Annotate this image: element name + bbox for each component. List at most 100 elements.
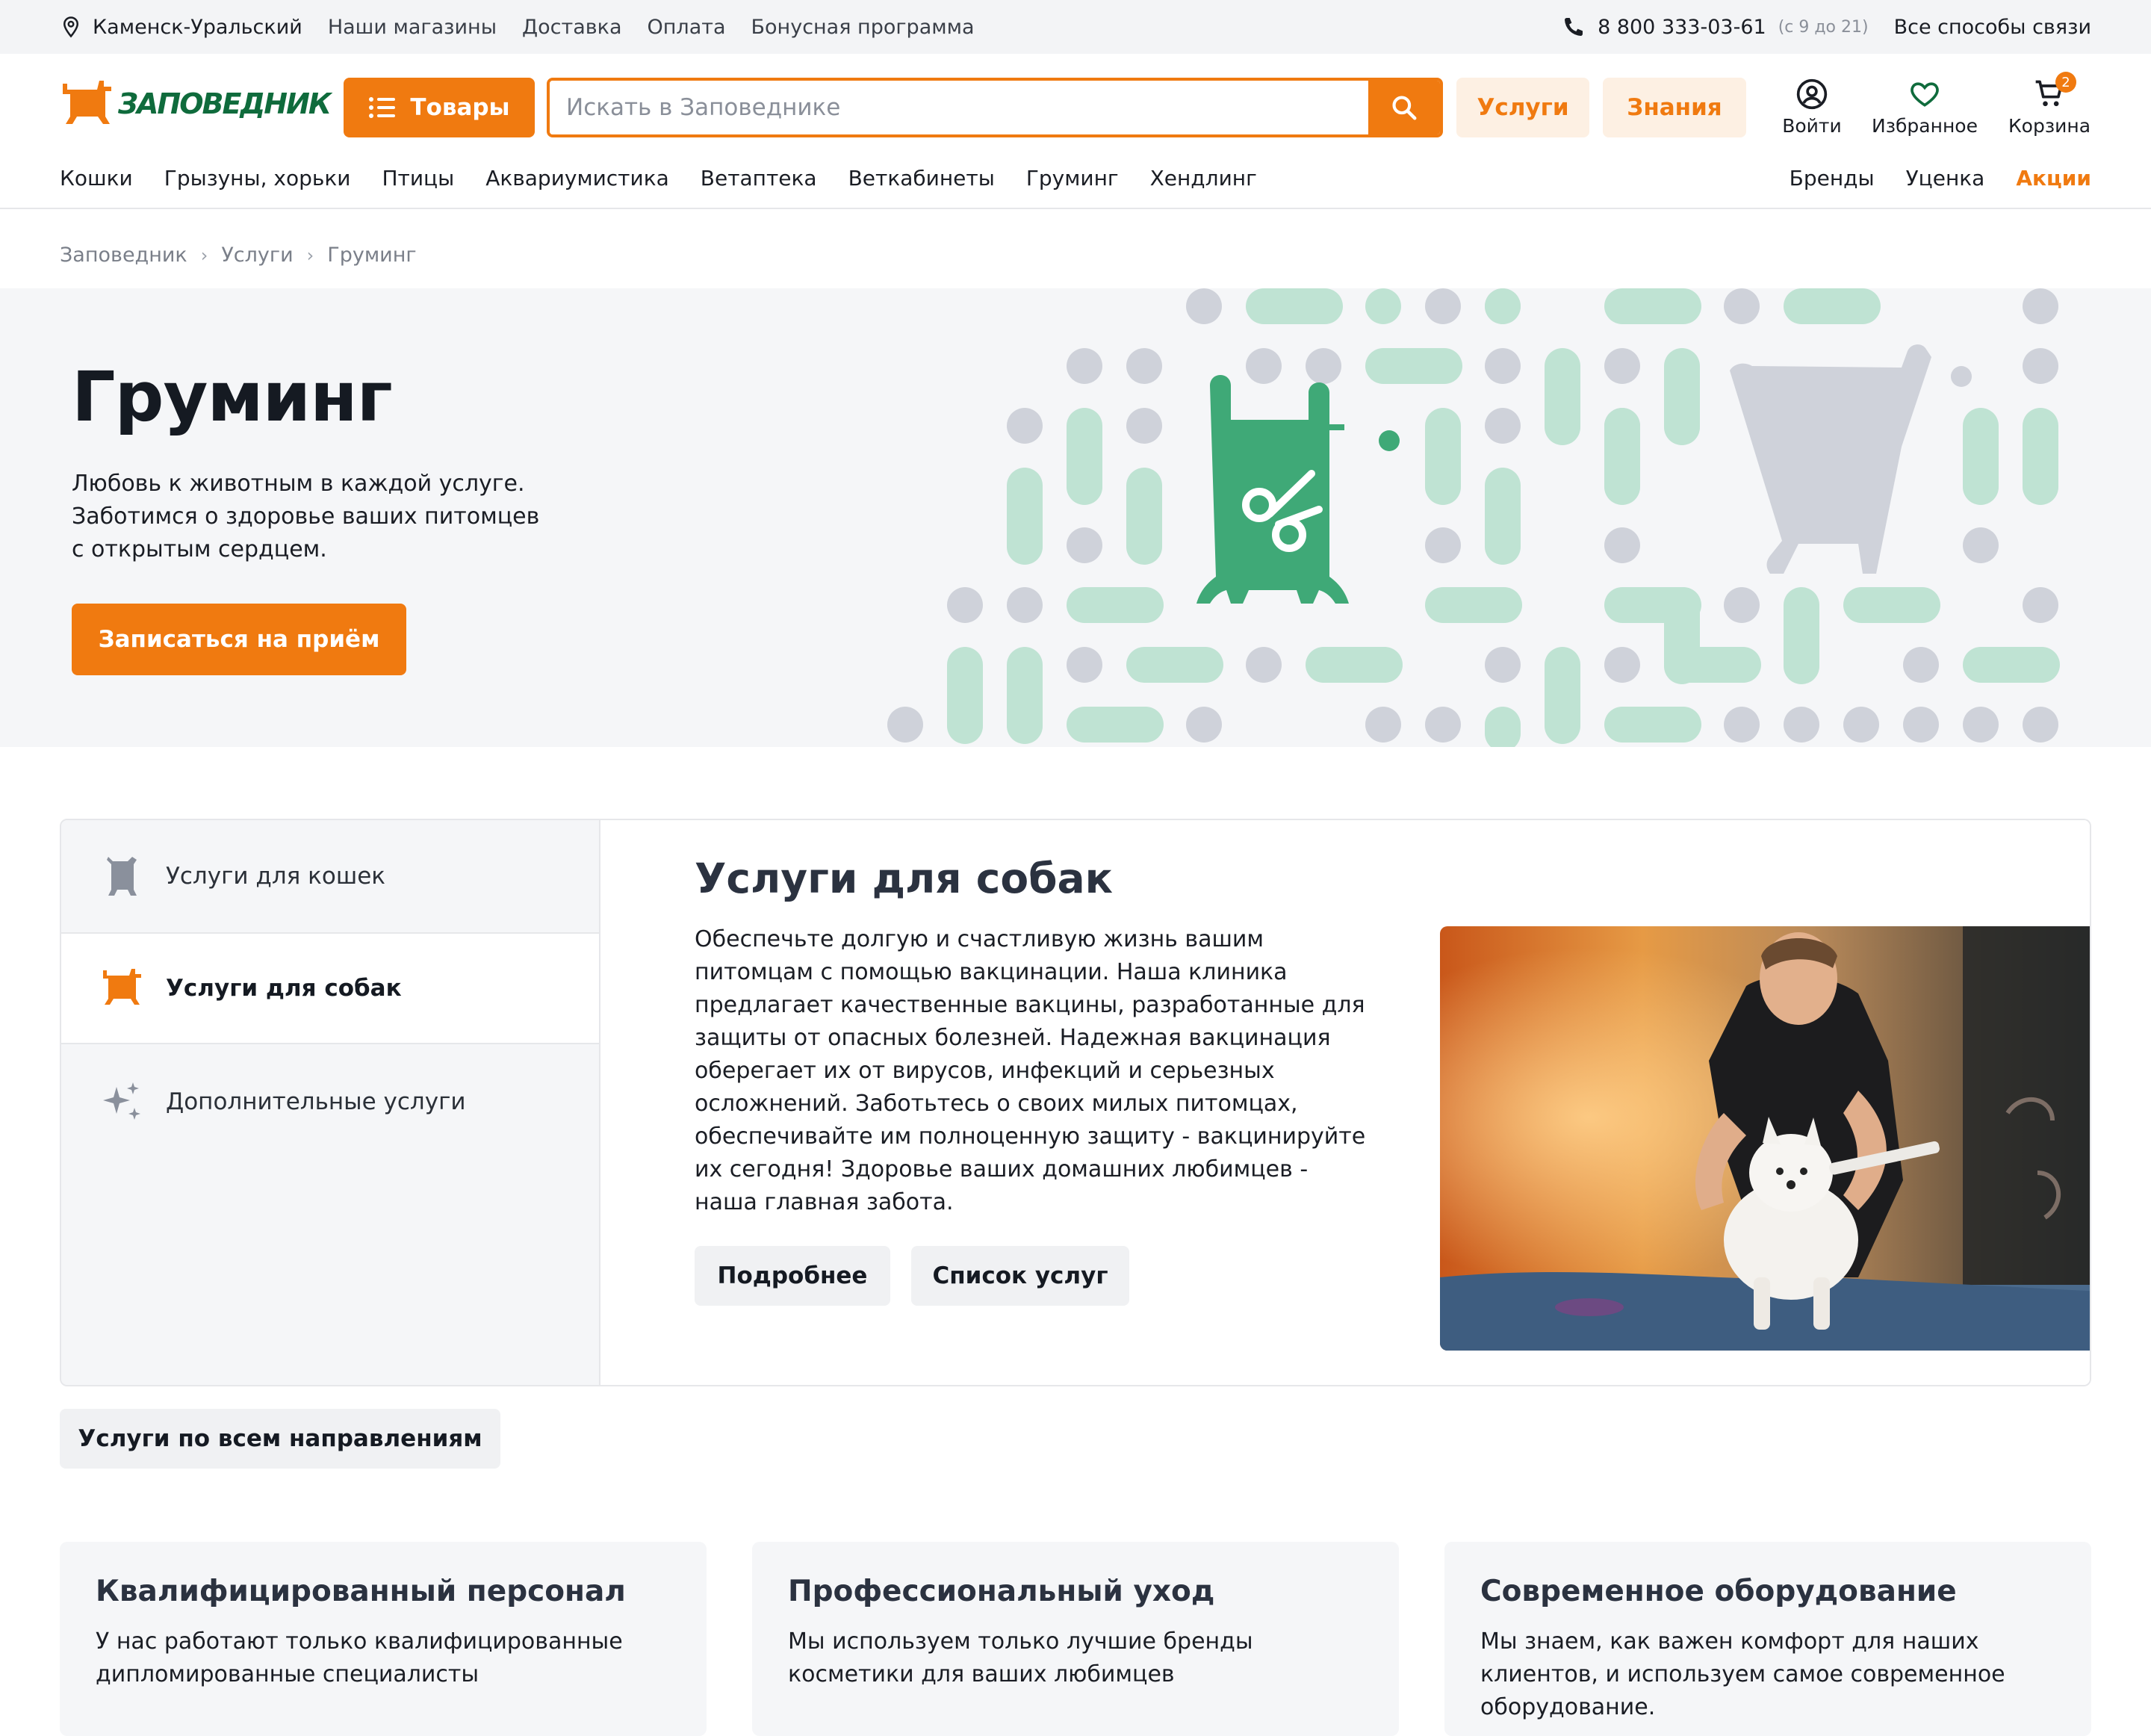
nav-item-birds[interactable]: Птицы <box>382 166 454 190</box>
nav-item-vet-offices[interactable]: Веткабинеты <box>848 166 995 190</box>
nav-item-promo[interactable]: Акции <box>2016 166 2091 190</box>
nav-item-aquarium[interactable]: Аквариумистика <box>485 166 669 190</box>
hero-subtitle-line: Любовь к животным в каждой услуге. <box>72 471 525 497</box>
description-line: обеспечивайте им полноценную защиту - ва… <box>695 1123 1366 1150</box>
breadcrumb-current: Груминг <box>327 244 417 267</box>
feature-text-line: оборудование. <box>1480 1694 1656 1720</box>
nav-item-rodents[interactable]: Грызуны, хорьки <box>164 166 351 190</box>
user-icon <box>1796 78 1828 110</box>
hero-banner: Груминг Любовь к животным в каждой услуг… <box>0 288 2151 747</box>
hero-subtitle: Любовь к животным в каждой услуге. Забот… <box>72 468 639 566</box>
services-sidebar: Услуги для кошек Услуги для собак Дополн… <box>61 820 600 1385</box>
sparkle-icon <box>103 1082 140 1120</box>
feature-text: Мы используем только лучшие бренды косме… <box>788 1625 1378 1691</box>
location-pin-icon <box>63 16 79 38</box>
cart-count-badge: 2 <box>2055 72 2076 93</box>
contacts-link[interactable]: Все способы связи <box>1894 16 2091 39</box>
page-title: Груминг <box>72 357 393 437</box>
header: ЗАПОВЕДНИК Товары Услуги Знания Войти Из… <box>0 54 2151 158</box>
nav-item-cats[interactable]: Кошки <box>60 166 133 190</box>
feature-text: Мы знаем, как важен комфорт для наших кл… <box>1480 1625 2070 1724</box>
login-button[interactable]: Войти <box>1781 76 1843 137</box>
sidebar-item-label: Услуги для собак <box>166 975 402 1002</box>
toplink-payment[interactable]: Оплата <box>648 16 726 39</box>
city-selector[interactable]: Каменск-Уральский <box>60 16 302 39</box>
feature-text: У нас работают только квалифицированные … <box>96 1625 686 1691</box>
logo-mark-icon <box>63 81 111 124</box>
menu-list-icon <box>369 97 396 118</box>
nav-item-vet-pharmacy[interactable]: Ветаптека <box>701 166 817 190</box>
services-content: Услуги для собак Обеспечьте долгую и сча… <box>602 820 2090 1385</box>
grooming-photo <box>1440 926 2090 1351</box>
hero-pattern-illustration <box>887 288 2060 747</box>
phone-number: 8 800 333-03-61 <box>1598 15 1766 39</box>
description-line: их сегодня! Здоровье ваших домашних люби… <box>695 1156 1309 1182</box>
favorites-label: Избранное <box>1872 115 1978 137</box>
phone-icon <box>1565 18 1583 36</box>
cart-button[interactable]: 2 Корзина <box>2006 72 2093 137</box>
logo-text: ЗАПОВЕДНИК <box>118 87 332 120</box>
toplink-stores[interactable]: Наши магазины <box>328 16 497 39</box>
hero-subtitle-line: Заботимся о здоровье ваших питомцев <box>72 503 540 530</box>
phone-link[interactable]: 8 800 333-03-61 <box>1562 15 1766 39</box>
feature-card: Современное оборудование Мы знаем, как в… <box>1444 1542 2091 1736</box>
description-line: наша главная забота. <box>695 1189 954 1215</box>
description-line: оберегает их от вирусов, инфекций и серь… <box>695 1058 1275 1084</box>
nav-item-brands[interactable]: Бренды <box>1790 166 1875 190</box>
nav-item-discount[interactable]: Уценка <box>1906 166 1985 190</box>
catalog-button[interactable]: Товары <box>344 78 535 137</box>
city-name: Каменск-Уральский <box>93 15 302 39</box>
toplink-bonus[interactable]: Бонусная программа <box>751 16 975 39</box>
catalog-button-label: Товары <box>410 94 510 121</box>
breadcrumb-home[interactable]: Заповедник <box>60 244 187 267</box>
sidebar-item-label: Услуги для кошек <box>166 863 385 890</box>
nav-item-handling[interactable]: Хендлинг <box>1150 166 1257 190</box>
description-line: Обеспечьте долгую и счастливую жизнь ваш… <box>695 926 1264 952</box>
nav-item-grooming[interactable]: Груминг <box>1026 166 1119 190</box>
login-label: Войти <box>1782 115 1842 137</box>
sidebar-item-cat-services[interactable]: Услуги для кошек <box>61 820 599 932</box>
description-line: предлагает качественные вакцины, разрабо… <box>695 992 1365 1018</box>
category-nav: Кошки Грызуны, хорьки Птицы Аквариумисти… <box>0 158 2151 209</box>
heart-icon <box>1911 82 1939 107</box>
sidebar-item-dog-services[interactable]: Услуги для собак <box>61 932 599 1044</box>
feature-card: Профессиональный уход Мы используем толь… <box>752 1542 1399 1736</box>
hero-subtitle-line: с открытым сердцем. <box>72 536 327 562</box>
feature-title: Квалифицированный персонал <box>96 1575 626 1608</box>
description-line: осложнений. Заботьтесь о своих милых пит… <box>695 1091 1298 1117</box>
grooming-dog-icon <box>1196 375 1400 604</box>
sidebar-item-label: Дополнительные услуги <box>166 1088 466 1115</box>
sidebar-item-additional-services[interactable]: Дополнительные услуги <box>61 1046 599 1158</box>
description-line: защиты от опасных болезней. Надежная вак… <box>695 1025 1331 1051</box>
feature-text-line: косметики для ваших любимцев <box>788 1661 1175 1687</box>
feature-text-line: дипломированные специалисты <box>96 1661 479 1687</box>
breadcrumb-services[interactable]: Услуги <box>221 244 293 267</box>
services-title: Услуги для собак <box>695 855 1113 902</box>
description-line: питомцам с помощью вакцинации. Наша клин… <box>695 959 1288 985</box>
search-input[interactable] <box>550 81 1374 134</box>
phone-hours: (с 9 до 21) <box>1778 17 1869 37</box>
knowledge-button[interactable]: Знания <box>1603 78 1746 137</box>
search-bar <box>547 78 1443 137</box>
search-icon <box>1392 96 1417 120</box>
all-services-button[interactable]: Услуги по всем направлениям <box>60 1409 500 1469</box>
service-list-button[interactable]: Список услуг <box>911 1246 1129 1306</box>
more-button[interactable]: Подробнее <box>695 1246 890 1306</box>
book-appointment-button[interactable]: Записаться на приём <box>72 604 406 675</box>
services-panel: Услуги для кошек Услуги для собак Дополн… <box>60 819 2091 1386</box>
feature-text-line: Мы используем только лучшие бренды <box>788 1628 1253 1655</box>
breadcrumb: Заповедник › Услуги › Груминг <box>60 244 417 267</box>
site-logo[interactable]: ЗАПОВЕДНИК <box>60 76 332 131</box>
services-button[interactable]: Услуги <box>1456 78 1589 137</box>
feature-card: Квалифицированный персонал У нас работаю… <box>60 1542 707 1736</box>
feature-title: Современное оборудование <box>1480 1575 1957 1608</box>
feature-text-line: У нас работают только квалифицированные <box>96 1628 623 1655</box>
search-button[interactable] <box>1368 81 1440 134</box>
toplink-delivery[interactable]: Доставка <box>522 16 622 39</box>
favorites-button[interactable]: Избранное <box>1869 76 1981 137</box>
dog-icon <box>103 969 141 1005</box>
top-bar: Каменск-Уральский Наши магазины Доставка… <box>0 0 2151 54</box>
cat-icon <box>107 857 137 896</box>
chevron-right-icon: › <box>200 244 208 266</box>
feature-title: Профессиональный уход <box>788 1575 1215 1608</box>
